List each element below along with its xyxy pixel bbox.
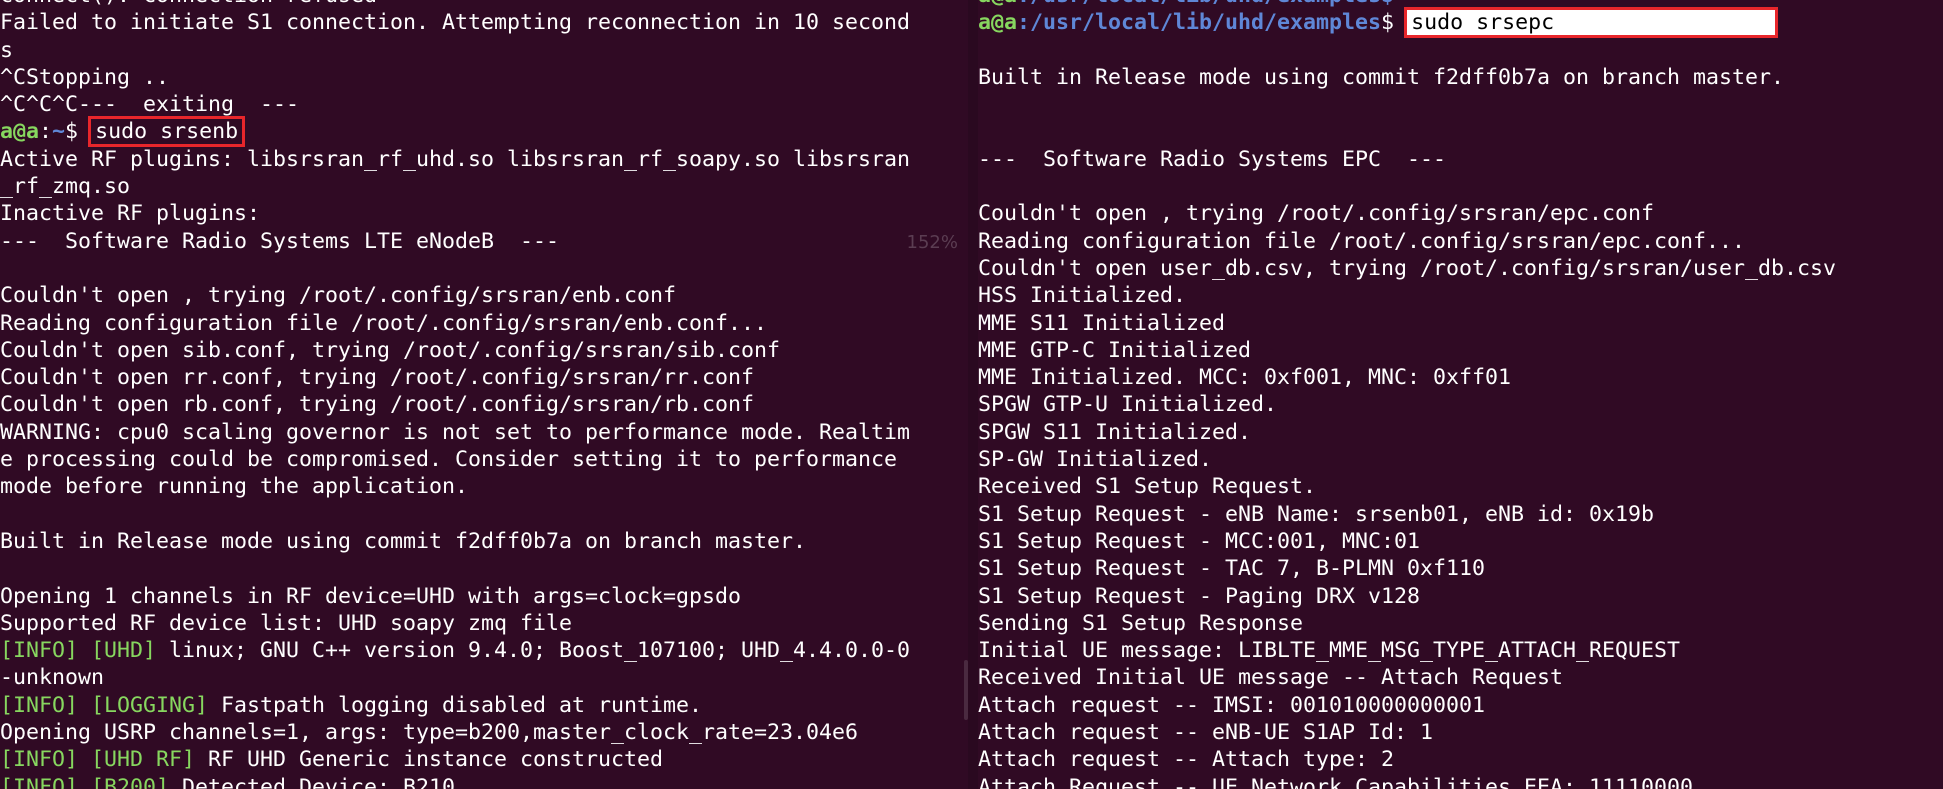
terminal-line: Initial UE message: LIBLTE_MME_MSG_TYPE_… xyxy=(978,638,1681,664)
right-terminal-output: a@a:/usr/local/lib/uhd/examples$ a@a:/us… xyxy=(978,0,1836,789)
terminal-line: S1 Setup Request - TAC 7, B-PLMN 0xf110 xyxy=(978,556,1486,582)
prompt-dollar: $ xyxy=(1381,10,1395,36)
terminal-line: ^CStopping .. xyxy=(0,64,170,90)
terminal-line: --- Software Radio Systems EPC --- xyxy=(978,146,1447,172)
prompt-separator: : xyxy=(39,119,53,145)
terminal-line: Received S1 Setup Request. xyxy=(978,474,1317,500)
log-tag: [INFO] [LOGGING] xyxy=(0,692,209,718)
terminal-line: -unknown xyxy=(0,665,105,691)
terminal-line: Couldn't open rr.conf, trying /root/.con… xyxy=(0,365,755,391)
log-tag: [INFO] [UHD RF] xyxy=(0,747,196,773)
terminal-line: Built in Release mode using commit f2dff… xyxy=(0,528,807,554)
terminal-line: Attach Request -- UE Network Capabilitie… xyxy=(978,774,1694,789)
terminal-line: Couldn't open rb.conf, trying /root/.con… xyxy=(0,392,755,418)
terminal-line: Couldn't open , trying /root/.config/srs… xyxy=(978,201,1655,227)
prompt-dollar: $ xyxy=(65,119,79,145)
terminal-prompt-line: a@a:~$ sudo srsenb xyxy=(0,116,910,148)
terminal-line: s xyxy=(0,37,14,63)
terminal-line: mode before running the application. xyxy=(0,474,469,500)
terminal-line: Active RF plugins: libsrsran_rf_uhd.so l… xyxy=(0,146,911,172)
terminal-line: connect(): Connection refused xyxy=(0,0,910,9)
prompt-path: :/usr/local/lib/uhd/examples$ xyxy=(1017,0,1394,8)
log-text: linux; GNU C++ version 9.4.0; Boost_1071… xyxy=(156,638,911,664)
zoom-level-overlay: 152% xyxy=(906,232,958,253)
prompt-path: :/usr/local/lib/uhd/examples xyxy=(1017,10,1382,36)
terminal-line: Opening 1 channels in RF device=UHD with… xyxy=(0,583,742,609)
terminal-line: Reading configuration file /root/.config… xyxy=(0,310,768,336)
terminal-line: Built in Release mode using commit f2dff… xyxy=(978,64,1785,90)
terminal-line: Received Initial UE message -- Attach Re… xyxy=(978,665,1564,691)
terminal-line: Reading configuration file /root/.config… xyxy=(978,228,1746,254)
terminal-line: S1 Setup Request - Paging DRX v128 xyxy=(978,583,1421,609)
terminal-line: Couldn't open sib.conf, trying /root/.co… xyxy=(0,337,781,363)
prompt-user: a@a xyxy=(978,0,1017,8)
terminal-line: Inactive RF plugins: xyxy=(0,201,261,227)
terminal-line: WARNING: cpu0 scaling governor is not se… xyxy=(0,419,911,445)
terminal-prompt-line: a@a:/usr/local/lib/uhd/examples$ sudo sr… xyxy=(978,7,1836,39)
terminal-line: SP-GW Initialized. xyxy=(978,447,1213,473)
terminal-line: Couldn't open user_db.csv, trying /root/… xyxy=(978,255,1837,281)
terminal-line: _rf_zmq.so xyxy=(0,174,131,200)
terminal-line: [INFO] [UHD RF] RF UHD Generic instance … xyxy=(0,746,910,773)
terminal-line: S1 Setup Request - eNB Name: srsenb01, e… xyxy=(978,501,1655,527)
terminal-line: e processing could be compromised. Consi… xyxy=(0,447,898,473)
left-terminal-pane[interactable]: connect(): Connection refused Failed to … xyxy=(0,0,968,789)
terminal-line: SPGW S11 Initialized. xyxy=(978,419,1252,445)
terminal-line: Attach request -- eNB-UE S1AP Id: 1 xyxy=(978,720,1434,746)
terminal-line: Opening USRP channels=1, args: type=b200… xyxy=(0,720,859,746)
prompt-path: ~ xyxy=(52,119,66,145)
terminal-line: S1 Setup Request - MCC:001, MNC:01 xyxy=(978,528,1421,554)
terminal-line: Failed to initiate S1 connection. Attemp… xyxy=(0,10,911,36)
terminal-line: Attach request -- Attach type: 2 xyxy=(978,747,1395,773)
terminal-line: SPGW GTP-U Initialized. xyxy=(978,392,1278,418)
pane-divider[interactable] xyxy=(968,0,978,789)
terminal-line: [INFO] [B200] Detected Device: B210 xyxy=(0,774,910,789)
log-tag: [INFO] [UHD] xyxy=(0,638,157,664)
log-text: Fastpath logging disabled at runtime. xyxy=(208,692,703,718)
left-terminal-output: connect(): Connection refused Failed to … xyxy=(0,0,910,789)
terminal-line: --- Software Radio Systems LTE eNodeB --… xyxy=(0,228,560,254)
terminal-line: ^C^C^C--- exiting --- xyxy=(0,92,300,118)
terminal-line: Supported RF device list: UHD soapy zmq … xyxy=(0,610,573,636)
terminal-line: MME Initialized. MCC: 0xf001, MNC: 0xff0… xyxy=(978,365,1512,391)
terminal-prompt-line: a@a:/usr/local/lib/uhd/examples$ xyxy=(978,0,1836,9)
log-text: Detected Device: B210 xyxy=(169,774,456,789)
terminal-line: MME GTP-C Initialized xyxy=(978,337,1252,363)
terminal-line: MME S11 Initialized xyxy=(978,310,1226,336)
terminal-line: [INFO] [LOGGING] Fastpath logging disabl… xyxy=(0,692,910,719)
prompt-user: a@a xyxy=(978,10,1018,36)
terminal-line: Sending S1 Setup Response xyxy=(978,610,1304,636)
command-srsenb-highlight[interactable]: sudo srsenb xyxy=(88,116,246,148)
terminal-line: Attach request -- IMSI: 001010000000001 xyxy=(978,692,1486,718)
right-terminal-pane[interactable]: a@a:/usr/local/lib/uhd/examples$ a@a:/us… xyxy=(978,0,1943,789)
terminal-line: Couldn't open , trying /root/.config/srs… xyxy=(0,283,677,309)
terminal-line: [INFO] [UHD] linux; GNU C++ version 9.4.… xyxy=(0,637,910,664)
prompt-user: a@a xyxy=(0,119,40,145)
log-text: RF UHD Generic instance constructed xyxy=(195,747,664,773)
terminal-line: HSS Initialized. xyxy=(978,283,1187,309)
command-srsepc-highlight[interactable]: sudo srsepc xyxy=(1404,7,1779,39)
log-tag: [INFO] [B200] xyxy=(0,774,170,789)
